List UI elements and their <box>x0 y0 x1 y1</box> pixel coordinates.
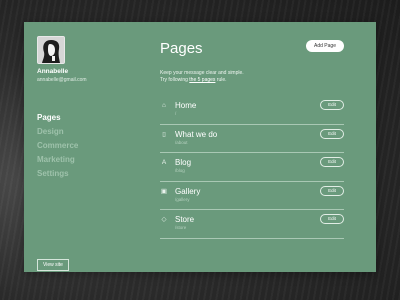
page-row-blog[interactable]: A Blog /blog Edit <box>160 153 344 182</box>
intro-line-2: Try following the 5 pages rule. <box>160 77 244 84</box>
page-slug: /gallery <box>175 196 190 202</box>
page-name[interactable]: Home <box>175 101 196 110</box>
sidebar-item-settings[interactable]: Settings <box>37 168 78 182</box>
avatar[interactable] <box>37 36 65 64</box>
page-name[interactable]: Blog <box>175 158 191 167</box>
page-slug: /blog <box>175 168 185 173</box>
page-row-gallery[interactable]: ▣ Gallery /gallery Edit <box>160 182 344 210</box>
five-pages-rule-link[interactable]: the 5 pages <box>189 77 215 83</box>
page-slug: /store <box>175 225 187 230</box>
image-icon: ▣ <box>160 187 168 195</box>
intro-line-2-suffix: rule. <box>215 77 227 83</box>
sidebar-item-design[interactable]: Design <box>37 126 78 140</box>
intro-line-1: Keep your message clear and simple. <box>160 70 244 76</box>
page-slug: /about <box>175 139 188 145</box>
page-slug: / <box>175 111 177 116</box>
page-name[interactable]: What we do <box>175 130 217 139</box>
user-name: Annabelle <box>37 68 69 75</box>
document-icon: ▯ <box>162 130 166 138</box>
intro-line-2-prefix: Try following <box>160 77 190 83</box>
sidebar-item-marketing[interactable]: Marketing <box>37 154 78 168</box>
page-row-store[interactable]: ◇ Store /store Edit <box>160 210 344 239</box>
home-icon: ⌂ <box>162 102 166 109</box>
view-site-button[interactable]: View site <box>37 259 69 271</box>
edit-button[interactable]: Edit <box>320 185 344 196</box>
page-name[interactable]: Gallery <box>175 187 200 196</box>
page-list: ⌂ Home / Edit ▯ What we do /about Edit A… <box>160 96 344 239</box>
dashboard-panel: Annabelle annabelle@gmail.com Pages Desi… <box>24 22 376 272</box>
intro-text: Keep your message clear and simple. Try … <box>160 70 244 84</box>
page-title: Pages <box>160 40 203 57</box>
page-name[interactable]: Store <box>175 215 194 224</box>
page-row-what-we-do[interactable]: ▯ What we do /about Edit <box>160 125 344 153</box>
page-row-home[interactable]: ⌂ Home / Edit <box>160 96 344 125</box>
sidebar-item-pages[interactable]: Pages <box>37 112 78 126</box>
edit-button[interactable]: Edit <box>320 157 344 167</box>
tag-icon: ◇ <box>161 216 167 223</box>
sidebar-nav: Pages Design Commerce Marketing Settings <box>37 112 78 182</box>
text-icon: A <box>161 159 167 166</box>
edit-button[interactable]: Edit <box>320 100 344 110</box>
sidebar-item-commerce[interactable]: Commerce <box>37 140 78 154</box>
edit-button[interactable]: Edit <box>320 214 344 224</box>
user-email: annabelle@gmail.com <box>37 77 87 83</box>
add-page-button[interactable]: Add Page <box>306 40 344 52</box>
edit-button[interactable]: Edit <box>320 128 344 139</box>
